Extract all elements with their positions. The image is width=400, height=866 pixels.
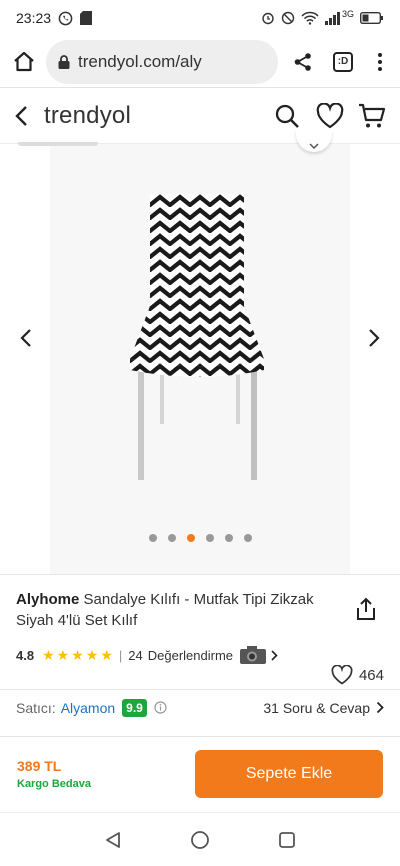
nav-back-icon[interactable]: [104, 831, 122, 849]
price-block: 389 TL Kargo Bedava: [17, 758, 91, 790]
product-brand[interactable]: Alyhome: [16, 591, 79, 608]
favorites-heart-icon[interactable]: [316, 102, 344, 129]
chevron-right-icon: [376, 701, 384, 714]
rating-value: 4.8: [16, 647, 35, 663]
whatsapp-icon: [58, 11, 73, 26]
gallery-dot[interactable]: [224, 534, 233, 542]
seller-label: Satıcı:: [16, 699, 56, 716]
network-type: 3G: [341, 9, 354, 19]
price: 389 TL: [17, 757, 62, 774]
qa-label: 31 Soru & Cevap: [263, 699, 370, 716]
home-icon[interactable]: [12, 50, 36, 74]
gallery-dot-active[interactable]: [186, 534, 195, 542]
nav-recents-icon[interactable]: [278, 831, 296, 849]
chevron-right-icon: [271, 649, 278, 661]
rating-row[interactable]: 4.8 ★ ★ ★ ★ ★ | 24 Değerlendirme: [16, 643, 384, 667]
tab-switcher-button[interactable]: :D: [328, 51, 358, 72]
star-icon: ★: [100, 646, 113, 663]
wifi-icon: [301, 11, 319, 25]
product-image-gallery[interactable]: [0, 130, 400, 574]
status-time: 23:23: [16, 10, 52, 26]
seller-row: Satıcı: Alyamon 9.9 31 Soru & Cevap: [0, 689, 400, 725]
nav-home-icon[interactable]: [190, 830, 210, 850]
system-navigation-bar: [0, 812, 400, 866]
more-options-icon[interactable]: [368, 52, 392, 72]
star-icon: ★: [56, 646, 70, 663]
seller-name[interactable]: Alyamon: [61, 700, 115, 716]
add-to-cart-bar: 389 TL Kargo Bedava Sepete Ekle: [0, 736, 400, 810]
seller-score-badge: 9.9: [122, 698, 147, 717]
product-info: Alyhome Sandalye Kılıfı - Mutfak Tipi Zi…: [0, 574, 400, 685]
promo-badge-edge: [18, 142, 98, 146]
sd-card-icon: [80, 11, 93, 25]
tab-switcher-label: :D: [333, 51, 353, 72]
info-icon[interactable]: [154, 701, 167, 714]
back-arrow-icon[interactable]: [14, 105, 28, 127]
gallery-dot[interactable]: [148, 534, 157, 542]
share-icon[interactable]: [288, 52, 318, 72]
address-bar[interactable]: trendyol.com/aly: [46, 39, 278, 84]
signal-icon: [324, 11, 341, 25]
do-not-disturb-icon: [281, 11, 295, 25]
product-image-chair: [120, 194, 280, 499]
review-count: 24: [128, 647, 143, 663]
star-icon: ★: [42, 646, 55, 663]
lock-icon: [58, 54, 70, 69]
favorite-count: 464: [358, 666, 384, 684]
search-icon[interactable]: [274, 103, 300, 129]
browser-toolbar: trendyol.com/aly :D: [0, 36, 400, 88]
cart-icon[interactable]: [358, 102, 386, 130]
gallery-dot[interactable]: [205, 534, 214, 542]
gallery-dot[interactable]: [243, 534, 252, 542]
gallery-pagination: [0, 534, 400, 542]
add-to-cart-button[interactable]: Sepete Ekle: [195, 749, 383, 798]
app-header: trendyol: [0, 88, 400, 144]
status-bar: 23:23 3G: [0, 0, 400, 36]
battery-icon: [360, 12, 384, 24]
free-shipping-label: Kargo Bedava: [17, 777, 91, 790]
previous-image-button[interactable]: [12, 324, 40, 352]
review-label: Değerlendirme: [147, 647, 234, 663]
questions-answers-link[interactable]: 31 Soru & Cevap: [263, 700, 384, 716]
next-image-button[interactable]: [360, 324, 388, 352]
trendyol-logo[interactable]: trendyol: [44, 102, 274, 130]
share-product-icon[interactable]: [356, 597, 376, 626]
alarm-icon: [261, 11, 275, 25]
divider: |: [118, 647, 123, 663]
camera-icon: [239, 645, 267, 665]
star-icon: ★: [85, 646, 99, 663]
heart-icon: [331, 665, 353, 685]
rating-stars: ★ ★ ★ ★ ★: [42, 647, 113, 664]
product-title: Alyhome Sandalye Kılıfı - Mutfak Tipi Zi…: [16, 589, 326, 631]
star-icon: ★: [71, 646, 84, 663]
favorite-count-button[interactable]: 464: [331, 665, 384, 685]
gallery-dot[interactable]: [167, 534, 176, 542]
url-text: trendyol.com/aly: [78, 51, 202, 71]
